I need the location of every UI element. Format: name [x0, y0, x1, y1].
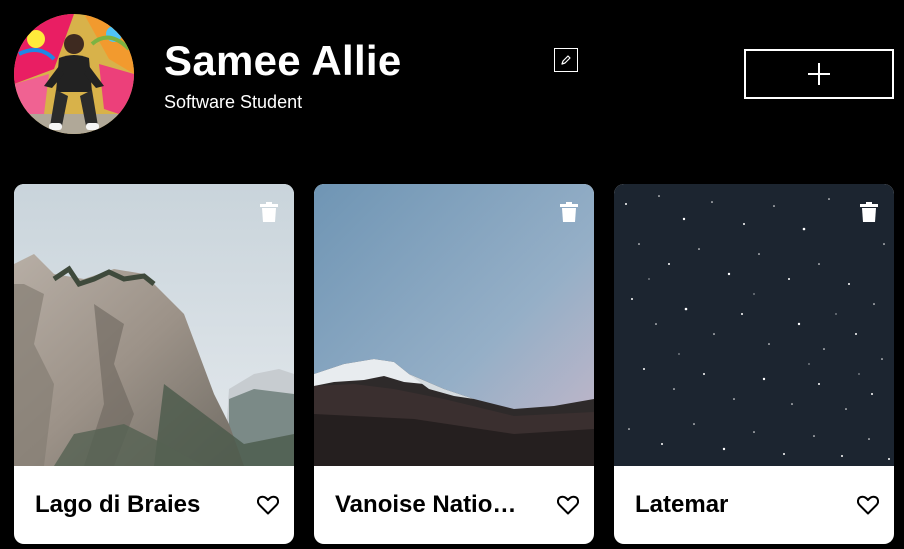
like-button[interactable] — [856, 494, 880, 516]
card-gallery: Lago di Braies Vanoise Natio… Latemar — [14, 184, 894, 544]
trash-icon — [560, 202, 578, 222]
heart-outline-icon — [557, 495, 579, 515]
card: Lago di Braies — [14, 184, 294, 544]
avatar[interactable] — [14, 14, 134, 134]
delete-button[interactable] — [860, 202, 878, 222]
starry-sky-image — [614, 184, 894, 466]
card-title: Vanoise Natio… — [335, 491, 517, 518]
profile-section: Samee Allie Software Student — [14, 14, 894, 134]
mountain-cliff-image — [14, 184, 294, 466]
like-button[interactable] — [556, 494, 580, 516]
trash-icon — [860, 202, 878, 222]
plus-icon — [808, 63, 830, 85]
profile-name: Samee Allie — [164, 37, 402, 84]
card-image[interactable] — [14, 184, 294, 466]
profile-info: Samee Allie Software Student — [164, 37, 402, 113]
card-image[interactable] — [314, 184, 594, 466]
trash-icon — [260, 202, 278, 222]
heart-outline-icon — [257, 495, 279, 515]
card: Latemar — [614, 184, 894, 544]
like-button[interactable] — [256, 494, 280, 516]
card-title: Latemar — [635, 491, 729, 518]
card-image[interactable] — [614, 184, 894, 466]
card: Vanoise Natio… — [314, 184, 594, 544]
card-caption: Lago di Braies — [14, 466, 294, 544]
card-title: Lago di Braies — [35, 491, 201, 518]
add-card-button[interactable] — [744, 49, 894, 99]
edit-profile-button[interactable] — [554, 48, 578, 72]
avatar-image — [14, 14, 134, 134]
card-caption: Vanoise Natio… — [314, 466, 594, 544]
snowy-peak-image — [314, 184, 594, 466]
profile-about: Software Student — [164, 92, 303, 112]
profile-page: Samee Allie Software Student Lago di Bra… — [0, 0, 904, 549]
pencil-icon — [561, 55, 571, 65]
card-caption: Latemar — [614, 466, 894, 544]
delete-button[interactable] — [260, 202, 278, 222]
delete-button[interactable] — [560, 202, 578, 222]
heart-outline-icon — [857, 495, 879, 515]
